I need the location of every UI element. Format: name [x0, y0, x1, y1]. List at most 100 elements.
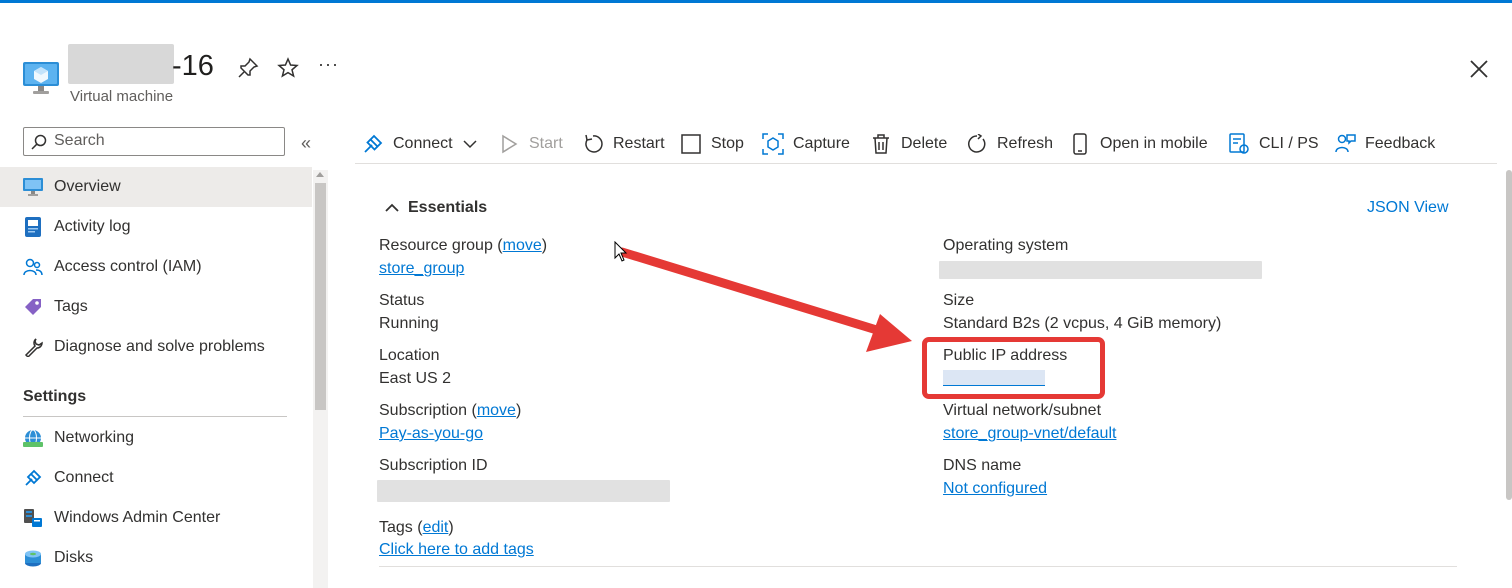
dns-value-link[interactable]: Not configured — [943, 480, 1047, 498]
vm-name-redacted — [68, 44, 174, 84]
essentials-divider — [379, 566, 1457, 567]
admin-center-icon — [22, 507, 44, 529]
status-value: Running — [379, 315, 439, 332]
pin-icon[interactable] — [236, 56, 260, 80]
stop-icon — [680, 133, 702, 155]
chevron-down-icon — [463, 140, 477, 149]
sidebar-item-networking[interactable]: Networking — [0, 418, 312, 458]
mobile-icon — [1069, 133, 1091, 155]
subscription-move-link[interactable]: move — [477, 402, 516, 419]
capture-icon — [762, 133, 784, 155]
play-icon — [498, 133, 520, 155]
people-icon — [22, 256, 44, 278]
sidebar-item-tags[interactable]: Tags — [0, 287, 312, 327]
feedback-icon — [1334, 133, 1356, 155]
os-value-redacted — [939, 261, 1262, 279]
json-view-link[interactable]: JSON View — [1367, 199, 1449, 217]
sidebar-scroll-up-arrow[interactable] — [316, 172, 324, 177]
settings-divider — [23, 416, 287, 417]
resource-group-value-link[interactable]: store_group — [379, 260, 464, 278]
open-in-mobile-label: Open in mobile — [1100, 135, 1208, 152]
resource-group-move-link[interactable]: move — [503, 237, 542, 254]
settings-section-header: Settings — [23, 388, 87, 405]
portal-top-bar — [0, 0, 1512, 3]
refresh-button[interactable]: Refresh — [966, 130, 1053, 158]
search-input[interactable] — [54, 132, 274, 150]
close-icon[interactable] — [1466, 56, 1492, 82]
search-icon — [31, 134, 47, 150]
location-label: Location — [379, 347, 440, 364]
cli-icon — [1228, 133, 1250, 155]
sidebar-item-label: Access control (IAM) — [54, 258, 202, 275]
wrench-icon — [22, 336, 44, 358]
connect-button[interactable]: Connect — [362, 130, 477, 158]
subscription-label: Subscription (move) — [379, 402, 522, 419]
capture-label: Capture — [793, 135, 850, 152]
size-value: Standard B2s (2 vcpus, 4 GiB memory) — [943, 315, 1222, 332]
sidebar-scrollbar-thumb[interactable] — [315, 183, 326, 410]
stop-button[interactable]: Stop — [680, 130, 744, 158]
main-scrollbar-thumb[interactable] — [1506, 170, 1512, 500]
vnet-label: Virtual network/subnet — [943, 402, 1102, 419]
sidebar-item-label: Connect — [54, 469, 114, 486]
mouse-cursor-icon — [614, 241, 628, 262]
search-box[interactable] — [23, 127, 285, 156]
command-bar: Connect Start Restart Stop Capture Delet… — [355, 126, 1497, 164]
tags-label-text: Tags — [379, 519, 413, 536]
sidebar-item-label: Disks — [54, 549, 94, 566]
location-value: East US 2 — [379, 370, 452, 387]
feedback-button[interactable]: Feedback — [1334, 130, 1435, 158]
delete-button[interactable]: Delete — [870, 130, 947, 158]
sidebar-item-disks[interactable]: Disks — [0, 538, 312, 578]
star-icon[interactable] — [276, 56, 300, 80]
sidebar-item-access-control[interactable]: Access control (IAM) — [0, 247, 312, 287]
cli-ps-button[interactable]: CLI / PS — [1228, 130, 1319, 158]
vnet-value-link[interactable]: store_group-vnet/default — [943, 425, 1116, 443]
essentials-toggle[interactable]: Essentials — [384, 199, 487, 217]
delete-label: Delete — [901, 135, 948, 152]
os-label: Operating system — [943, 237, 1069, 254]
capture-button[interactable]: Capture — [762, 130, 850, 158]
start-label: Start — [529, 135, 563, 152]
subscription-value-link[interactable]: Pay-as-you-go — [379, 425, 483, 443]
connect-icon — [362, 133, 384, 155]
page-subtitle: Virtual machine — [70, 88, 174, 105]
sidebar-item-diagnose[interactable]: Diagnose and solve problems — [0, 327, 312, 367]
start-button[interactable]: Start — [498, 130, 563, 158]
sidebar-item-overview[interactable]: Overview — [0, 167, 312, 207]
add-tags-link[interactable]: Click here to add tags — [379, 541, 534, 559]
size-label: Size — [943, 292, 975, 309]
sidebar-item-connect[interactable]: Connect — [0, 458, 312, 498]
chevron-up-icon — [385, 203, 399, 212]
sidebar-item-windows-admin-center[interactable]: Windows Admin Center — [0, 498, 312, 538]
stop-label: Stop — [711, 135, 744, 152]
page-title: -16 — [172, 50, 214, 82]
essentials-header: Essentials — [408, 199, 488, 216]
trash-icon — [870, 133, 892, 155]
annotation-highlight-box — [922, 337, 1105, 399]
connect-icon — [22, 467, 44, 489]
virtual-machine-icon — [23, 62, 59, 94]
more-icon[interactable]: ··· — [318, 54, 342, 78]
sidebar-item-label: Overview — [54, 178, 121, 195]
resource-group-label: Resource group (move) — [379, 237, 548, 254]
cli-ps-label: CLI / PS — [1259, 135, 1319, 152]
refresh-label: Refresh — [997, 135, 1054, 152]
sidebar-item-label: Windows Admin Center — [54, 509, 221, 526]
tags-label: Tags (edit) — [379, 519, 454, 536]
sidebar-item-activity-log[interactable]: Activity log — [0, 207, 312, 247]
restart-button[interactable]: Restart — [582, 130, 665, 158]
dns-label: DNS name — [943, 457, 1022, 474]
subscription-label-text: Subscription — [379, 402, 468, 419]
log-icon — [22, 216, 44, 238]
subscription-id-redacted — [377, 480, 670, 502]
monitor-icon — [22, 176, 44, 198]
feedback-label: Feedback — [1365, 135, 1436, 152]
restart-icon — [582, 133, 604, 155]
collapse-sidebar-button[interactable]: « — [301, 133, 311, 154]
tags-edit-link[interactable]: edit — [423, 519, 449, 536]
connect-label: Connect — [393, 135, 453, 152]
open-in-mobile-button[interactable]: Open in mobile — [1069, 130, 1208, 158]
sidebar-item-label: Networking — [54, 429, 135, 446]
sidebar-item-label: Tags — [54, 298, 88, 315]
